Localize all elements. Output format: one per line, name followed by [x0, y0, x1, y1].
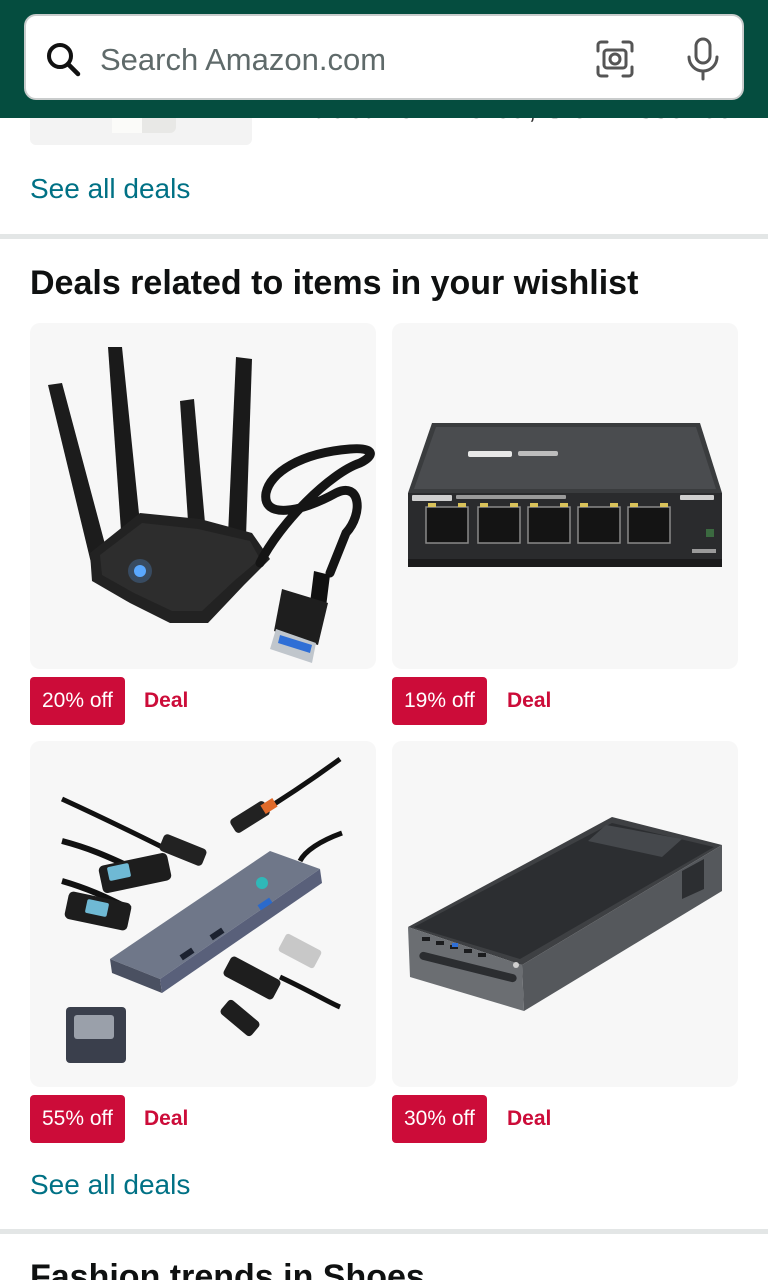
- search-bar[interactable]: Search Amazon.com: [24, 14, 744, 100]
- top-header: Search Amazon.com: [0, 0, 768, 118]
- monitor-stand-image: [408, 817, 722, 1011]
- product-card-usb-hub[interactable]: [30, 741, 376, 1087]
- usb-hub-image: [60, 756, 343, 1063]
- discount-badge: 20% off: [30, 677, 125, 725]
- see-all-deals-link[interactable]: See all deals: [30, 173, 190, 205]
- camera-lens-icon[interactable]: [594, 38, 636, 80]
- see-all-deals-link[interactable]: See all deals: [30, 1169, 190, 1201]
- deal-label: Deal: [507, 1107, 552, 1130]
- search-input[interactable]: Search Amazon.com: [100, 42, 386, 78]
- product-card-monitor-stand[interactable]: [392, 741, 738, 1087]
- section-title: Deals related to items in your wishlist: [30, 264, 639, 302]
- wifi-adapter-image: [48, 347, 375, 663]
- discount-badge: 55% off: [30, 1095, 125, 1143]
- deal-label: Deal: [144, 1107, 189, 1130]
- section-divider: [0, 234, 768, 239]
- discount-badge: 19% off: [392, 677, 487, 725]
- product-card-network-switch[interactable]: [392, 323, 738, 669]
- search-icon[interactable]: [44, 40, 84, 80]
- microphone-icon[interactable]: [682, 36, 724, 82]
- network-switch-image: [408, 423, 722, 567]
- next-section-title: Fashion trends in Shoes: [30, 1258, 425, 1280]
- product-card-wifi-adapter[interactable]: [30, 323, 376, 669]
- discount-badge: 30% off: [392, 1095, 487, 1143]
- deal-label: Deal: [507, 689, 552, 712]
- section-divider: [0, 1229, 768, 1234]
- deal-label: Deal: [144, 689, 189, 712]
